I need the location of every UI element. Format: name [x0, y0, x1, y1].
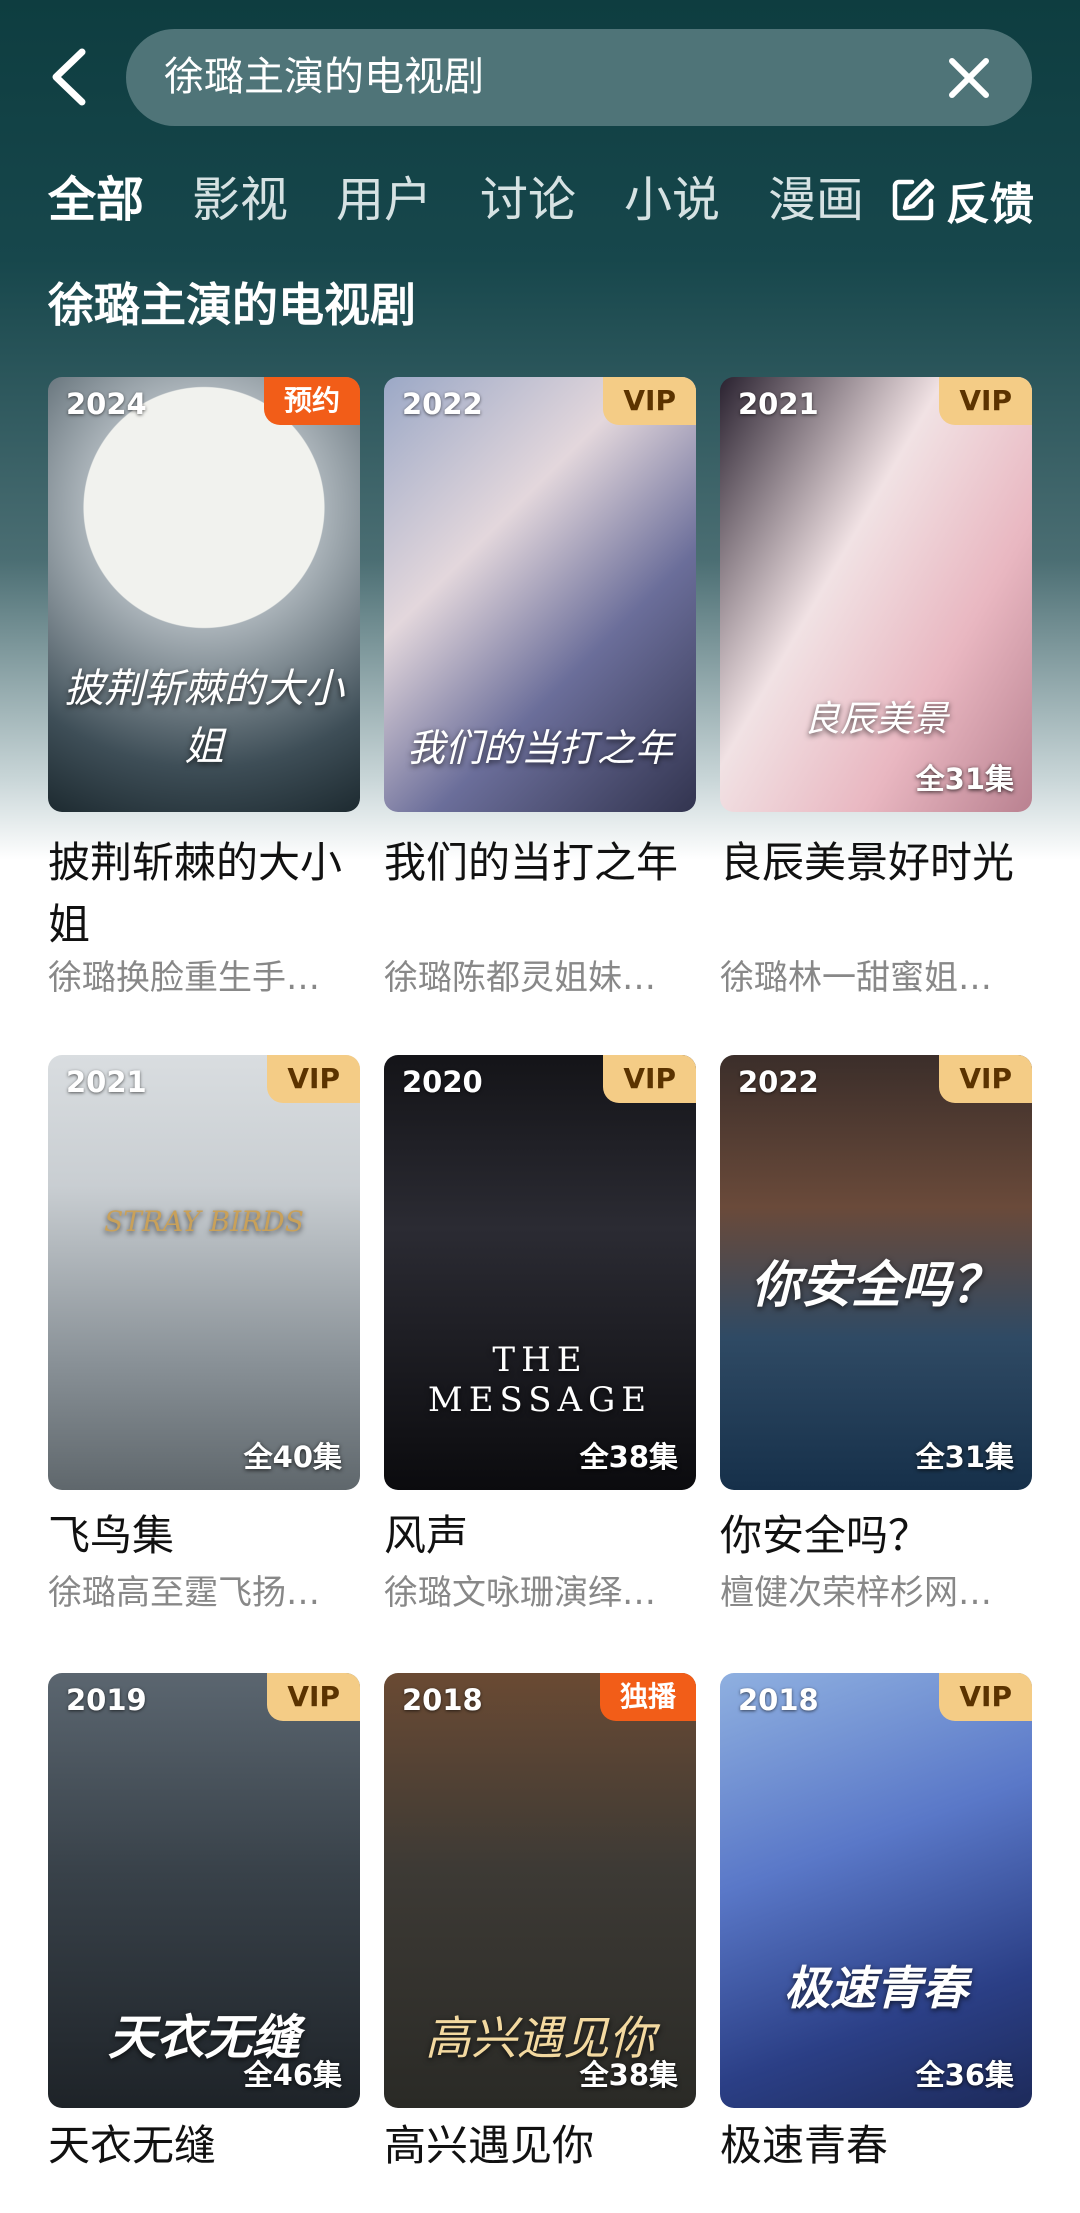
- poster-image: 良辰美景 2021 VIP 全31集: [720, 377, 1032, 812]
- feedback-button[interactable]: 反馈: [890, 160, 1034, 240]
- search-query: 徐璐主演的电视剧: [164, 54, 484, 100]
- poster-image: THE MESSAGE 2020 VIP 全38集: [384, 1055, 696, 1490]
- year-label: 2018: [402, 1683, 483, 1717]
- poster-image: STRAY BIRDS 2021 VIP 全40集: [48, 1055, 360, 1490]
- tab-comics[interactable]: 漫画: [768, 160, 864, 240]
- search-input[interactable]: 徐璐主演的电视剧: [126, 29, 1032, 126]
- show-title: 极速青春: [720, 2121, 889, 2170]
- episode-count: 全31集: [915, 1440, 1014, 1474]
- poster-art-title: 我们的当打之年: [406, 726, 673, 770]
- exclusive-badge: 独播: [599, 1673, 696, 1721]
- show-title: 良辰美景好时光: [720, 838, 1015, 887]
- poster-art-title: 你安全吗？: [751, 1255, 1001, 1314]
- chevron-left-icon: [52, 48, 86, 106]
- show-subtitle: 檀健次荣梓杉网…: [720, 1573, 992, 1613]
- show-subtitle: 徐璐文咏珊演绎…: [384, 1573, 656, 1613]
- year-label: 2022: [738, 1065, 819, 1099]
- poster-art-title: 良辰美景: [803, 699, 948, 740]
- poster-art-title: 极速青春: [784, 1961, 968, 2015]
- episode-count: 全31集: [915, 762, 1014, 796]
- clear-search-button[interactable]: [944, 53, 994, 103]
- feedback-label: 反馈: [946, 179, 1034, 230]
- episode-count: 全38集: [579, 2058, 678, 2092]
- show-subtitle: 徐璐换脸重生手…: [48, 958, 320, 998]
- show-title: 天衣无缝: [48, 2121, 217, 2170]
- show-subtitle: 徐璐林一甜蜜姐…: [720, 958, 992, 998]
- tab-film-tv[interactable]: 影视: [192, 160, 288, 240]
- vip-badge: VIP: [267, 1673, 360, 1721]
- episode-count: 全36集: [915, 2058, 1014, 2092]
- poster-art-title: STRAY BIRDS: [104, 1205, 304, 1238]
- show-title: 你安全吗？: [720, 1511, 931, 1560]
- status-badge: 预约: [263, 377, 360, 425]
- poster-art-title: THE MESSAGE: [427, 1340, 653, 1420]
- poster-art-title: 披荆斩棘的大小姐: [64, 666, 344, 770]
- poster-image: 我们的当打之年 2022 VIP: [384, 377, 696, 812]
- year-label: 2020: [402, 1065, 483, 1099]
- poster-image: 极速青春 2018 VIP 全36集: [720, 1673, 1032, 2108]
- vip-badge: VIP: [603, 1055, 696, 1103]
- year-label: 2024: [66, 387, 147, 421]
- edit-icon: [892, 178, 935, 221]
- year-label: 2018: [738, 1683, 819, 1717]
- section-title: 徐璐主演的电视剧: [48, 278, 416, 332]
- year-label: 2022: [402, 387, 483, 421]
- show-title: 披荆斩棘的大小姐: [48, 838, 343, 949]
- episode-count: 全40集: [243, 1440, 342, 1474]
- episode-count: 全38集: [579, 1440, 678, 1474]
- tab-all[interactable]: 全部: [48, 160, 144, 240]
- year-label: 2019: [66, 1683, 147, 1717]
- show-title: 我们的当打之年: [384, 838, 679, 887]
- vip-badge: VIP: [603, 377, 696, 425]
- vip-badge: VIP: [267, 1055, 360, 1103]
- poster-image: 高兴遇见你 2018 独播 全38集: [384, 1673, 696, 2108]
- year-label: 2021: [66, 1065, 147, 1099]
- tab-users[interactable]: 用户: [336, 160, 432, 240]
- vip-badge: VIP: [939, 1055, 1032, 1103]
- vip-badge: VIP: [939, 377, 1032, 425]
- close-icon: [949, 58, 989, 98]
- show-subtitle: 徐璐陈都灵姐妹…: [384, 958, 656, 998]
- show-title: 风声: [384, 1511, 469, 1560]
- poster-image: 披荆斩棘的大小姐 2024 预约: [48, 377, 360, 812]
- show-title: 飞鸟集: [48, 1511, 175, 1560]
- tab-novels[interactable]: 小说: [624, 160, 720, 240]
- episode-count: 全46集: [243, 2058, 342, 2092]
- back-button[interactable]: [40, 42, 100, 112]
- vip-badge: VIP: [939, 1673, 1032, 1721]
- poster-image: 你安全吗？ 2022 VIP 全31集: [720, 1055, 1032, 1490]
- poster-image: 天衣无缝 2019 VIP 全46集: [48, 1673, 360, 2108]
- tab-discussion[interactable]: 讨论: [480, 160, 576, 240]
- show-subtitle: 徐璐高至霆飞扬…: [48, 1573, 320, 1613]
- year-label: 2021: [738, 387, 819, 421]
- category-tabs: 全部 影视 用户 讨论 小说 漫画 反馈: [0, 160, 1080, 240]
- show-title: 高兴遇见你: [384, 2121, 595, 2170]
- search-bar-row: 徐璐主演的电视剧: [0, 0, 1080, 150]
